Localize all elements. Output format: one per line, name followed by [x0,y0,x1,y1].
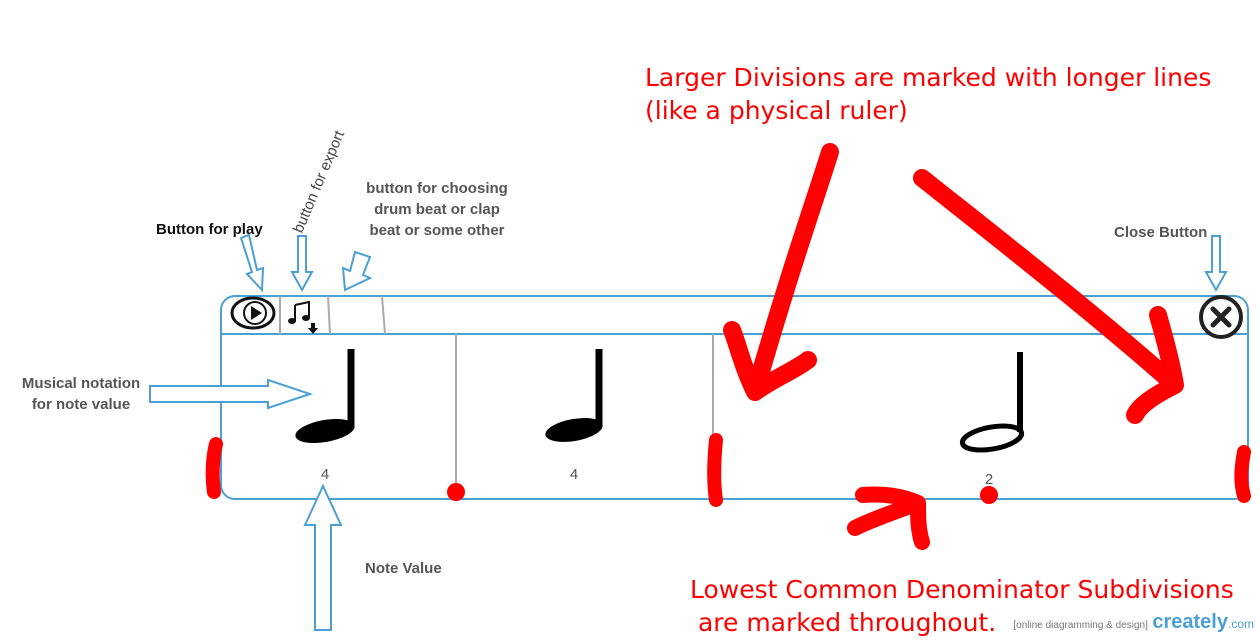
play-pointer-arrow [239,233,265,293]
note-value-label: 4 [321,466,329,483]
red-tick-mark [1234,445,1251,503]
red-tick-mark [205,437,223,499]
red-arrow-bottom [847,486,930,550]
export-pointer-arrow [290,235,314,293]
watermark-brand: creately [1152,611,1228,633]
beat-pointer-arrow [341,250,373,292]
red-tick-mark [707,433,723,507]
watermark-suffix: .com [1227,617,1254,631]
red-subdivision-dot [447,483,465,501]
play-button[interactable] [230,296,276,330]
close-button[interactable] [1199,295,1243,339]
diagram-canvas: 4 4 2 [149,143,1251,631]
note-value-label: 4 [570,466,578,483]
red-subdivision-dot [980,486,998,504]
watermark-tagline: [online diagramming & design] [1013,620,1148,631]
close-pointer-arrow [1204,235,1228,293]
note-value-pointer-arrow [303,483,343,631]
creately-watermark: [online diagramming & design] creately.c… [1013,611,1254,634]
note-value-label: 2 [985,471,993,488]
